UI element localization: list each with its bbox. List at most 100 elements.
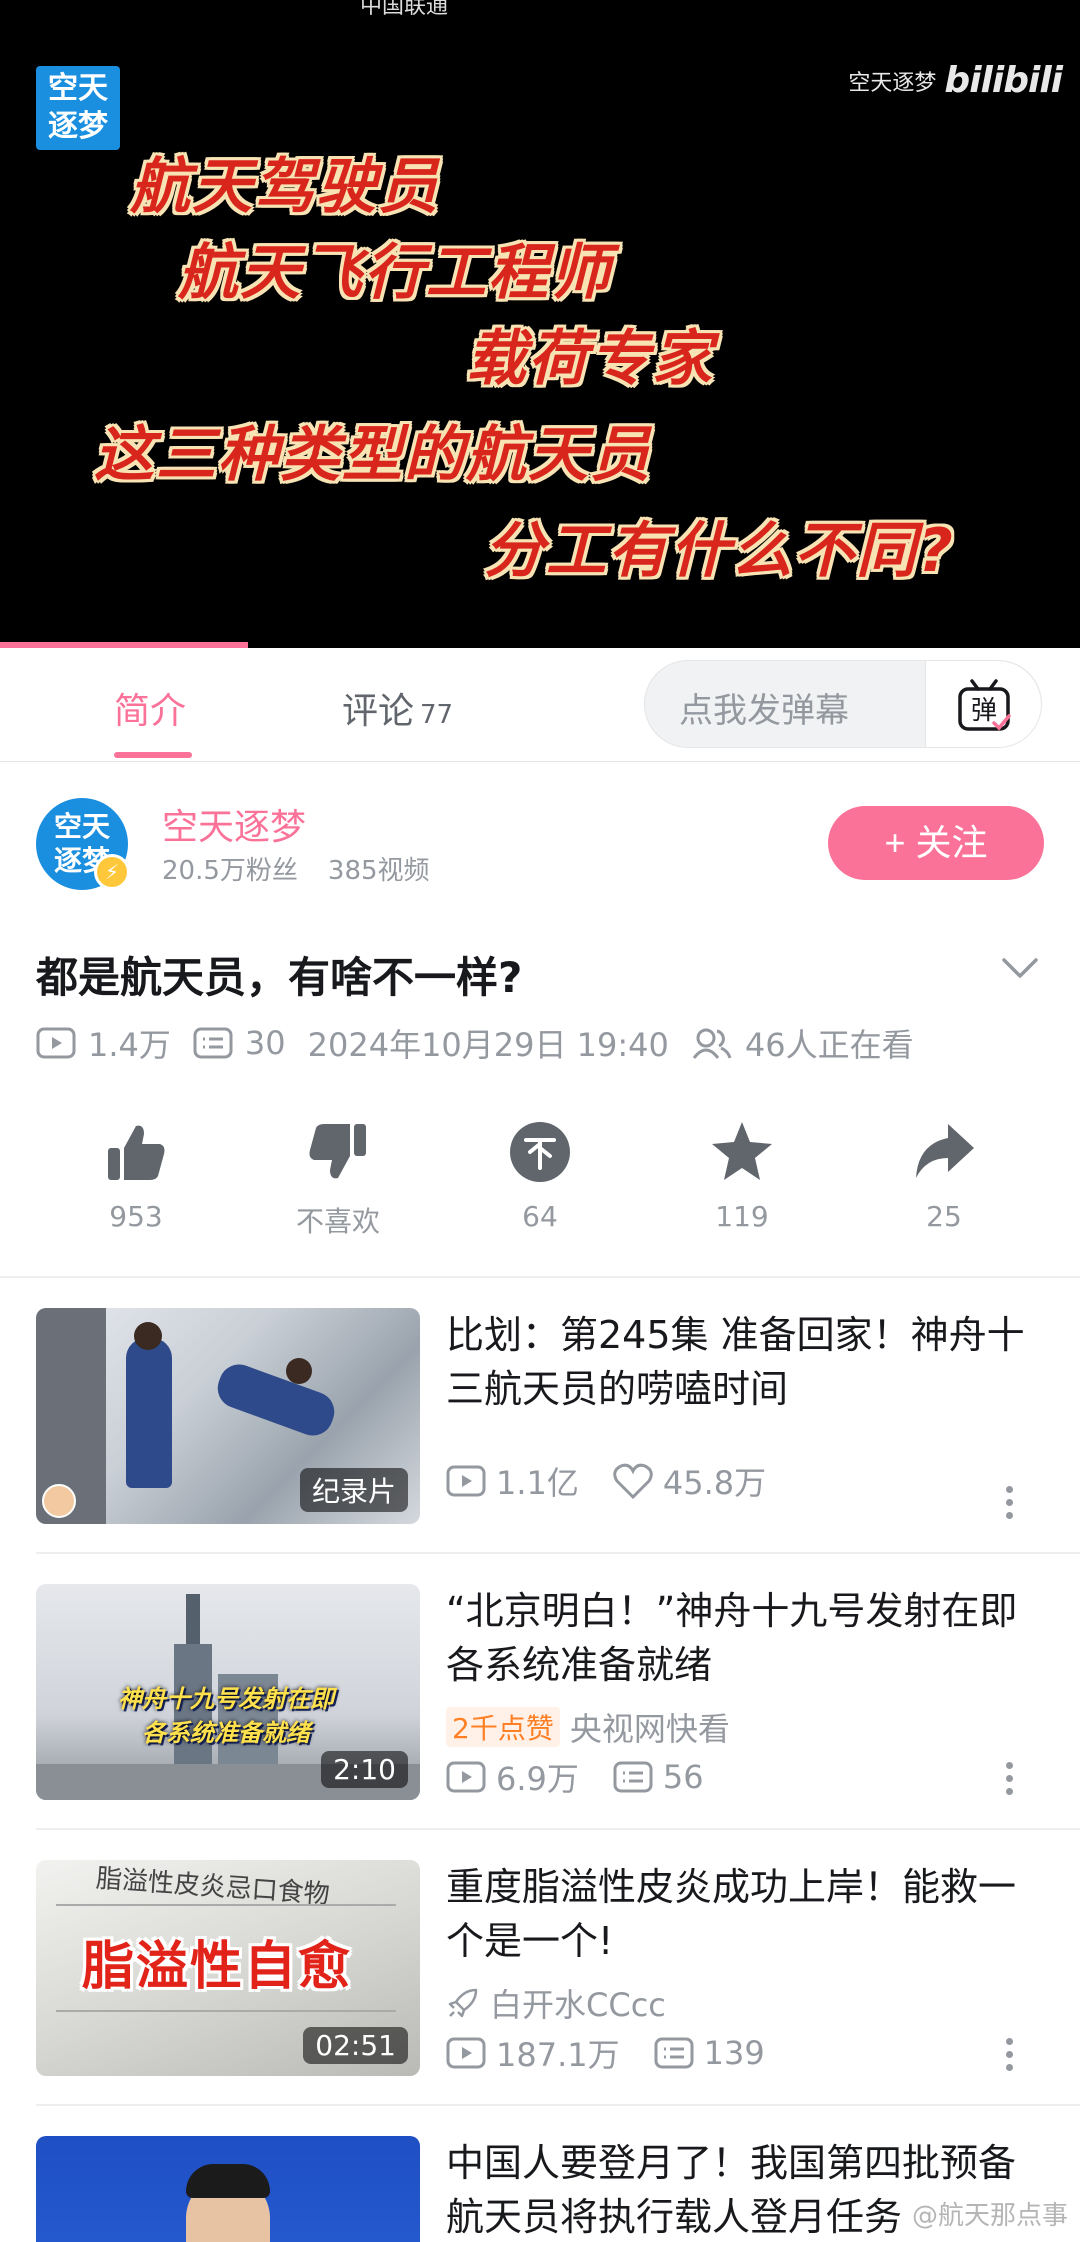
star-icon bbox=[712, 1122, 772, 1180]
more-options-icon[interactable] bbox=[1004, 2038, 1014, 2077]
recommended-views: 6.9万 bbox=[496, 1760, 579, 1798]
dislike-label: 不喜欢 bbox=[295, 1205, 380, 1238]
watermark: @航天那点事 bbox=[911, 2201, 1068, 2231]
more-options-icon[interactable] bbox=[1004, 1486, 1014, 1525]
recommended-stats: 187.1万 139 bbox=[446, 2030, 799, 2076]
popularity-badge: 2千点赞 bbox=[446, 1707, 560, 1747]
tab-bar: 简介 评论 77 点我发弹幕 弹 bbox=[0, 648, 1080, 762]
tab-indicator bbox=[114, 752, 192, 758]
video-player[interactable]: 中国联通 空天 逐梦 空天逐梦 bilibili 航天驾驶员 航天飞行工程师 载… bbox=[0, 0, 1080, 648]
recommended-uploader-row: 白开水CCcc bbox=[446, 1980, 666, 2026]
recommended-video-3[interactable]: 脂溢性皮炎忌口食物 脂溢性自愈 02:51 重度脂溢性皮炎成功上岸！能救一个是一… bbox=[36, 1860, 1044, 2076]
recommended-likes: 45.8万 bbox=[662, 1464, 767, 1502]
recommended-title[interactable]: 比划：第245集 准备回家！神舟十三航天员的唠嗑时间 bbox=[446, 1308, 1046, 1416]
headline-line-2: 航天飞行工程师 bbox=[178, 238, 612, 308]
recommended-video-1[interactable]: 纪录片 比划：第245集 准备回家！神舟十三航天员的唠嗑时间 1.1亿 45.8… bbox=[36, 1308, 1044, 1524]
author-name[interactable]: 空天逐梦 bbox=[162, 798, 306, 850]
danmaku-toggle-button[interactable]: 弹 bbox=[925, 661, 1041, 747]
headline-line-1: 航天驾驶员 bbox=[130, 152, 440, 222]
video-duration: 2:10 bbox=[321, 1751, 408, 1788]
video-thumbnail[interactable]: 纪录片 bbox=[36, 1308, 420, 1524]
danmaku-count-icon bbox=[193, 1027, 233, 1059]
publish-date: 2024年10月29日 19:40 bbox=[307, 1026, 669, 1064]
chevron-down-icon[interactable] bbox=[1000, 956, 1040, 980]
play-count-icon bbox=[446, 1465, 486, 1497]
favorite-count: 119 bbox=[715, 1200, 769, 1233]
recommended-uploader-row: 2千点赞 央视网快看 bbox=[446, 1704, 730, 1750]
thumbnail-overlay-text: 神舟十九号发射在即 各系统准备就绪 bbox=[118, 1685, 334, 1747]
brand-watermark: 空天逐梦 bilibili bbox=[848, 60, 1063, 101]
favorite-button[interactable]: 119 bbox=[662, 1120, 822, 1233]
comments-count: 77 bbox=[420, 700, 454, 730]
author-stats: 20.5万粉丝 385视频 bbox=[162, 850, 430, 887]
channel-logo: 空天 逐梦 bbox=[36, 66, 120, 150]
video-duration: 02:51 bbox=[303, 2027, 408, 2064]
follow-button[interactable]: + 关注 bbox=[828, 806, 1044, 880]
video-title: 都是航天员，有啥不一样? bbox=[36, 953, 523, 1002]
danmaku-count-icon bbox=[613, 1761, 653, 1793]
recommended-danmaku: 56 bbox=[662, 1758, 704, 1796]
video-thumbnail[interactable]: 神舟十九号发射在即 各系统准备就绪 2:10 bbox=[36, 1584, 420, 1800]
rocket-icon bbox=[448, 1988, 478, 2018]
danmaku-count-icon bbox=[654, 2037, 694, 2069]
video-thumbnail[interactable]: 脂溢性皮炎忌口食物 脂溢性自愈 02:51 bbox=[36, 1860, 420, 2076]
danmaku-placeholder: 点我发弹幕 bbox=[679, 691, 849, 731]
recommended-title[interactable]: 重度脂溢性皮炎成功上岸！能救一个是一个! bbox=[446, 1860, 1046, 1968]
view-count: 1.4万 bbox=[88, 1026, 171, 1064]
share-button[interactable]: 25 bbox=[864, 1120, 1024, 1233]
tab-comments[interactable]: 评论 77 bbox=[342, 682, 453, 734]
danmaku-tv-icon: 弹 bbox=[958, 679, 1011, 731]
thumbnail-overlay-text: 脂溢性自愈 bbox=[82, 1937, 353, 1997]
tab-comments-label: 评论 bbox=[342, 691, 415, 732]
watching-count: 46人正在看 bbox=[744, 1026, 914, 1064]
recommended-video-2[interactable]: 神舟十九号发射在即 各系统准备就绪 2:10 “北京明白！”神舟十九号发射在即 … bbox=[36, 1584, 1044, 1800]
play-count-icon bbox=[446, 2037, 486, 2069]
video-meta: 1.4万 30 2024年10月29日 19:40 46人正在看 bbox=[36, 1020, 936, 1066]
watching-people-icon bbox=[692, 1028, 732, 1059]
author-videos: 385视频 bbox=[327, 856, 430, 886]
danmaku-input[interactable]: 点我发弹幕 弹 bbox=[644, 660, 1042, 748]
share-icon bbox=[916, 1124, 974, 1178]
coin-icon bbox=[510, 1122, 570, 1182]
play-count-icon bbox=[36, 1027, 76, 1059]
tab-intro[interactable]: 简介 bbox=[114, 682, 186, 734]
verified-icon: ⚡ bbox=[94, 854, 130, 890]
like-count: 953 bbox=[109, 1200, 163, 1233]
author-row: 空天 逐梦 ⚡ 空天逐梦 20.5万粉丝 385视频 + 关注 bbox=[36, 798, 1044, 898]
thumbs-up-icon bbox=[108, 1125, 165, 1180]
like-button[interactable]: 953 bbox=[56, 1120, 216, 1233]
danmaku-count: 30 bbox=[244, 1024, 286, 1062]
heart-icon bbox=[613, 1463, 653, 1499]
coin-button[interactable]: 64 bbox=[460, 1120, 620, 1233]
section-divider bbox=[0, 1276, 1080, 1278]
author-fans: 20.5万粉丝 bbox=[162, 856, 298, 886]
status-carrier: 中国联通 bbox=[360, 0, 449, 19]
recommended-title[interactable]: “北京明白！”神舟十九号发射在即 各系统准备就绪 bbox=[446, 1584, 1046, 1692]
play-count-icon bbox=[446, 1761, 486, 1793]
bilibili-logo: bilibili bbox=[944, 60, 1063, 101]
coin-count: 64 bbox=[522, 1200, 558, 1233]
headline-line-4: 这三种类型的航天员 bbox=[94, 420, 652, 490]
more-options-icon[interactable] bbox=[1004, 1762, 1014, 1801]
list-divider bbox=[36, 1552, 1080, 1554]
list-divider bbox=[36, 2104, 1080, 2106]
channel-logo-text: 空天 逐梦 bbox=[48, 71, 108, 144]
recommended-views: 1.1亿 bbox=[496, 1464, 579, 1502]
recommended-stats: 6.9万 56 bbox=[446, 1754, 738, 1800]
action-bar: 953 不喜欢 64 119 25 bbox=[0, 1120, 1080, 1240]
recommended-views: 187.1万 bbox=[496, 2036, 620, 2074]
share-count: 25 bbox=[926, 1200, 962, 1233]
recommended-danmaku: 139 bbox=[703, 2034, 765, 2072]
video-thumbnail[interactable] bbox=[36, 2136, 420, 2242]
brand-name: 空天逐梦 bbox=[848, 70, 937, 96]
uploader-name[interactable]: 央视网快看 bbox=[570, 1704, 730, 1750]
thumbs-down-icon bbox=[309, 1124, 366, 1179]
dislike-button[interactable]: 不喜欢 bbox=[258, 1120, 418, 1240]
headline-line-3: 载荷专家 bbox=[466, 324, 714, 394]
headline-line-5: 分工有什么不同? bbox=[484, 516, 955, 586]
list-divider bbox=[36, 1828, 1080, 1830]
thumbnail-tag: 纪录片 bbox=[299, 1468, 408, 1512]
uploader-name[interactable]: 白开水CCcc bbox=[490, 1980, 666, 2026]
recommended-stats: 1.1亿 45.8万 bbox=[446, 1458, 800, 1504]
recommended-video-4[interactable]: 中国人要登月了！我国第四批预备航天员将执行载人登月任务 bbox=[36, 2136, 1044, 2242]
